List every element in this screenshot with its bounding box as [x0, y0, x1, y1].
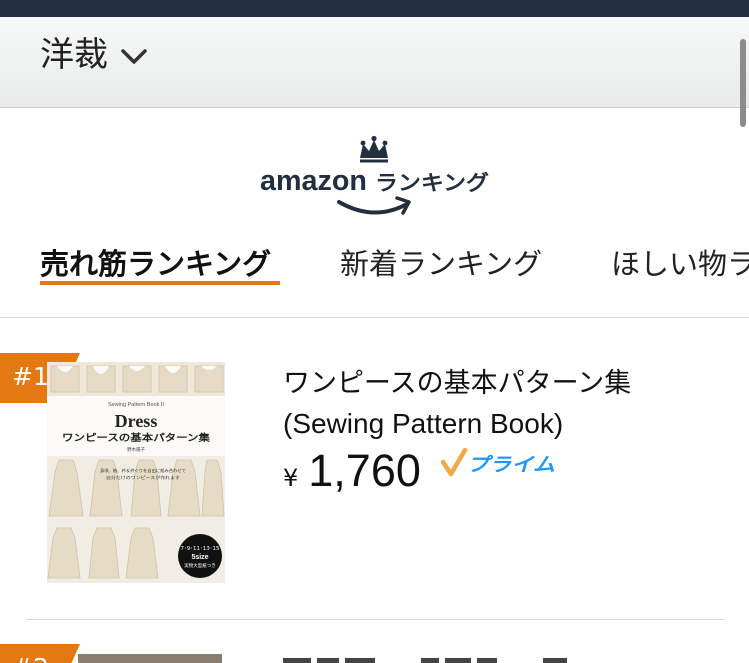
- product-title[interactable]: ワンピースの基本パターン集 (Sewing Pattern Book): [283, 364, 723, 444]
- rank-number: #2: [12, 653, 49, 663]
- cut-off-glyph: [283, 658, 311, 663]
- top-status-strip: [0, 0, 749, 17]
- cover-title: Dress: [115, 411, 158, 431]
- cut-off-glyph: [317, 658, 339, 663]
- amazon-smile-arrow-icon: [337, 196, 411, 215]
- prime-label: プライム: [467, 454, 555, 476]
- cover-size-note: 実物大型紙つき: [184, 562, 216, 569]
- cut-off-glyph: [445, 658, 471, 663]
- book-cover-image[interactable]: Sewing Pattern Book II Dress ワンピースの基本パター…: [47, 362, 225, 583]
- app-page: 洋裁 amazon ランキング 売れ筋ランキング 新着ランキング ほしい物ラ #…: [0, 0, 749, 663]
- category-bar: 洋裁: [0, 17, 749, 127]
- scrollbar-thumb[interactable]: [740, 39, 746, 127]
- tab-wish-list[interactable]: ほしい物ラ: [611, 246, 749, 282]
- logo-brand-text: amazon: [260, 165, 367, 197]
- product-title-line1: ワンピースの基本パターン集: [283, 368, 632, 399]
- cut-off-glyph: [421, 658, 439, 663]
- category-dropdown[interactable]: 洋裁: [40, 35, 148, 75]
- cut-off-glyph: [345, 658, 375, 663]
- cut-off-glyph: [477, 658, 497, 663]
- logo-suffix-text: ランキング: [375, 171, 489, 195]
- cover-size-label: 5size: [191, 554, 208, 561]
- tab-best-sellers[interactable]: 売れ筋ランキング: [40, 246, 271, 282]
- chevron-down-icon: [121, 49, 147, 64]
- tab-new-releases[interactable]: 新着ランキング: [340, 246, 542, 282]
- cover-tagline-1: 身頃、袖、衿＆衿ぐりを自由に組み合わせて: [100, 467, 186, 474]
- category-label: 洋裁: [40, 35, 108, 75]
- item-divider: [26, 619, 724, 620]
- ranking-tabs: 売れ筋ランキング 新着ランキング ほしい物ラ: [0, 240, 749, 318]
- prime-badge: プライム: [440, 448, 555, 477]
- rank-number: #1: [12, 362, 49, 391]
- product-title[interactable]: [283, 654, 663, 663]
- active-tab-underline: [40, 281, 280, 285]
- cover-author: 野木陽子: [127, 446, 145, 453]
- currency-symbol: ¥: [283, 464, 299, 492]
- crown-icon: [360, 135, 388, 163]
- price-value: 1,760: [308, 445, 421, 496]
- product-title-line2: (Sewing Pattern Book): [283, 408, 564, 439]
- cover-subtitle: ワンピースの基本パターン集: [62, 432, 211, 444]
- cover-series: Sewing Pattern Book II: [108, 402, 164, 408]
- amazon-ranking-logo[interactable]: amazon ランキング: [259, 134, 499, 220]
- cover-sizes: 7･9･11･13･15: [181, 546, 220, 552]
- book-cover-image[interactable]: [78, 654, 222, 663]
- price-row: ¥ 1,760 プライム: [283, 446, 559, 496]
- prime-check-icon: [440, 448, 468, 477]
- cover-tagline-2: 自分だけのワンピースが作れます: [106, 474, 180, 481]
- product-title-fragment: [283, 658, 663, 663]
- rank-badge: #2: [0, 644, 80, 663]
- cut-off-glyph: [543, 658, 567, 663]
